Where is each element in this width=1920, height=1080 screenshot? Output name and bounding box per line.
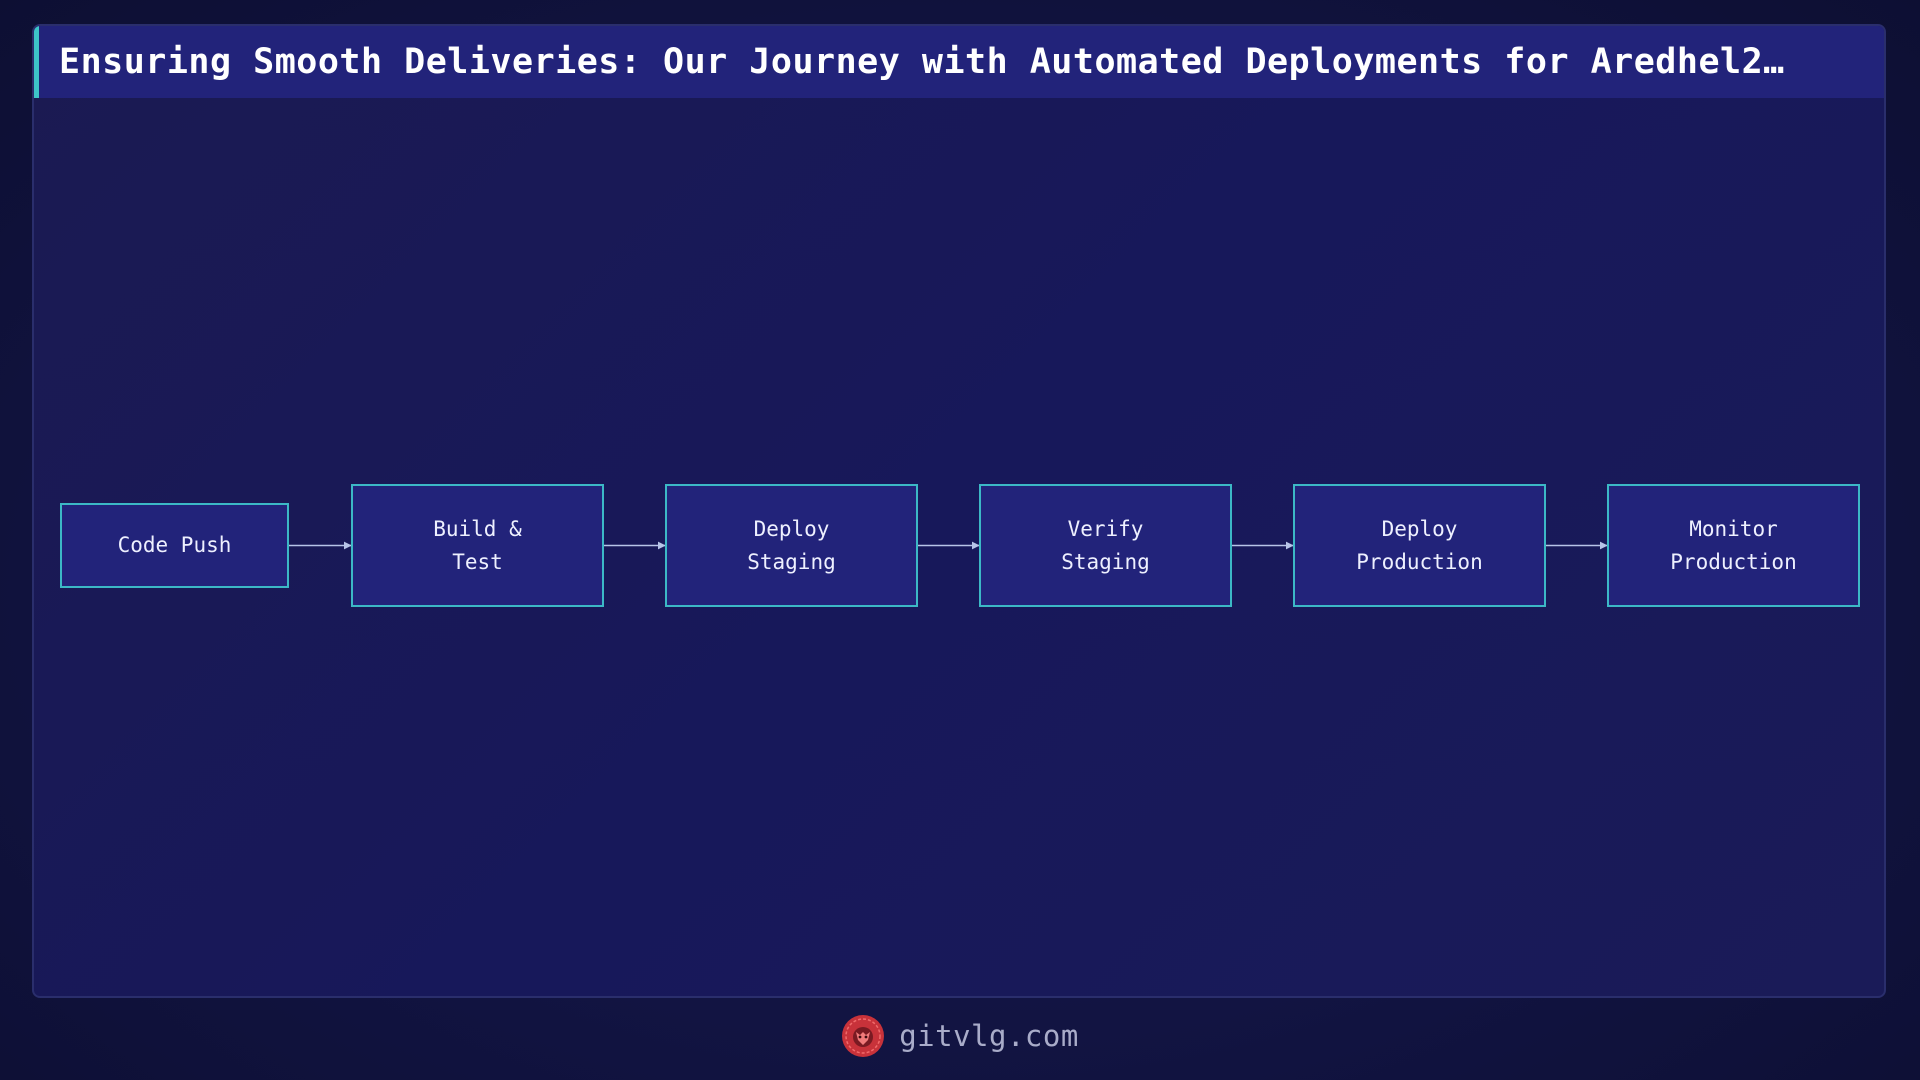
flow-node-label: Build & Test [433, 516, 522, 574]
footer: gitvlg.com [0, 1008, 1920, 1064]
flow-node-label: Deploy Production [1356, 516, 1483, 574]
flow-node-label: Code Push [117, 533, 232, 557]
flow-node-label: Monitor Production [1670, 516, 1797, 574]
lion-head-icon [842, 1015, 885, 1057]
flow-node-deploy-production: Deploy Production [1293, 484, 1546, 607]
flow-node-monitor-production: Monitor Production [1607, 484, 1860, 607]
footer-site-link[interactable]: gitvlg.com [899, 1019, 1079, 1053]
flow-node-code-push: Code Push [60, 503, 289, 588]
flow-node-label: Verify Staging [1061, 516, 1150, 574]
flow-node-verify-staging: Verify Staging [979, 484, 1232, 607]
flow-node-label: Deploy Staging [747, 516, 836, 574]
flow-node-deploy-staging: Deploy Staging [665, 484, 918, 607]
flow-node-build-test: Build & Test [351, 484, 604, 607]
